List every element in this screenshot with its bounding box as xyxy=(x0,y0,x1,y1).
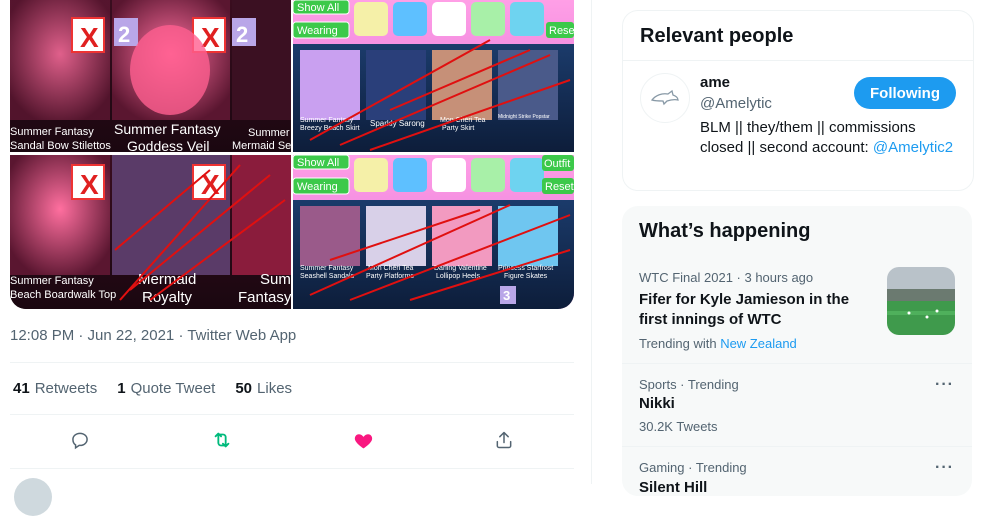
svg-text:Outfit: Outfit xyxy=(544,158,570,170)
svg-text:Summer Fantasy: Summer Fantasy xyxy=(10,126,94,138)
quote-tweets-stat[interactable]: 1 Quote Tweet xyxy=(117,380,215,397)
media-tile-2[interactable]: Show All Wearing Rese Summer Fantasy Bre… xyxy=(292,0,574,152)
svg-text:Summer Fantasy: Summer Fantasy xyxy=(300,265,354,272)
tweet-detail: X 2 X 2 Summer Fantasy Sandal Bow Stilet… xyxy=(0,0,592,516)
relevant-people-card: Relevant people ame @Amelytic Following … xyxy=(622,10,974,191)
reply-icon xyxy=(72,432,88,450)
divider xyxy=(623,60,973,61)
svg-text:Summer Fantasy: Summer Fantasy xyxy=(114,121,221,137)
person-name[interactable]: ame xyxy=(700,74,730,91)
tweet-actions xyxy=(10,424,574,456)
svg-text:Fantasy: Fantasy xyxy=(238,289,292,306)
svg-text:Darling Valentine: Darling Valentine xyxy=(434,265,487,272)
trend-name: Silent Hill xyxy=(639,479,708,496)
tweet-stats: 41 Retweets 1 Quote Tweet 50 Likes xyxy=(13,380,292,397)
divider xyxy=(10,362,574,363)
svg-text:2: 2 xyxy=(236,22,248,47)
share-icon xyxy=(496,431,512,449)
tile1-badge: 2 xyxy=(118,22,130,47)
svg-text:Party Skirt: Party Skirt xyxy=(442,125,474,132)
cricket-field-image xyxy=(887,267,955,335)
media-tile-1[interactable]: X 2 X 2 Summer Fantasy Sandal Bow Stilet… xyxy=(10,0,298,154)
svg-text:X: X xyxy=(201,169,220,200)
person-handle[interactable]: @Amelytic xyxy=(700,95,772,112)
trend-link[interactable]: New Zealand xyxy=(720,336,797,351)
divider xyxy=(622,363,972,364)
whats-happening-card: What’s happening WTC Final 2021 · 3 hour… xyxy=(622,206,972,496)
trend-name: Fifer for Kyle Jamieson in the first inn… xyxy=(639,291,850,328)
bio-mention-link[interactable]: @Amelytic2 xyxy=(873,139,953,156)
divider xyxy=(622,446,972,447)
avatar[interactable] xyxy=(640,73,690,123)
svg-text:Reset: Reset xyxy=(545,181,574,193)
more-options-icon[interactable]: ··· xyxy=(935,460,955,479)
relevant-people-title: Relevant people xyxy=(640,25,794,47)
trend-thumbnail xyxy=(887,267,955,335)
trend-sub: 30.2K Tweets xyxy=(639,419,718,434)
svg-text:3: 3 xyxy=(503,288,510,303)
svg-text:Sum: Sum xyxy=(260,271,291,288)
svg-text:Show All: Show All xyxy=(297,157,339,169)
dolphin-avatar-icon xyxy=(650,89,679,106)
svg-text:Royalty: Royalty xyxy=(142,289,193,306)
svg-text:X: X xyxy=(80,22,99,53)
svg-text:Beach Boardwalk Top: Beach Boardwalk Top xyxy=(10,289,116,301)
svg-text:Lollipop Heels: Lollipop Heels xyxy=(436,273,480,280)
trend-meta: WTC Final 2021 · 3 hours ago xyxy=(639,270,814,285)
svg-text:Rese: Rese xyxy=(549,25,574,37)
svg-text:Goddess Veil: Goddess Veil xyxy=(127,138,210,154)
trend-name: Nikki xyxy=(639,395,675,412)
like-button[interactable] xyxy=(346,424,380,456)
divider xyxy=(10,468,574,469)
trend-meta: Sports · Trending xyxy=(639,377,739,392)
svg-text:Mermaid: Mermaid xyxy=(138,271,196,288)
reply-button[interactable] xyxy=(63,424,97,456)
svg-text:Mermaid Sea: Mermaid Sea xyxy=(232,140,298,152)
svg-text:Summer Fantasy: Summer Fantasy xyxy=(10,275,94,287)
svg-text:Sandal Bow Stilettos: Sandal Bow Stilettos xyxy=(10,140,111,152)
divider xyxy=(10,414,574,415)
retweets-stat[interactable]: 41 Retweets xyxy=(13,380,97,397)
retweet-button[interactable] xyxy=(205,424,239,456)
likes-stat[interactable]: 50 Likes xyxy=(235,380,292,397)
share-button[interactable] xyxy=(487,424,521,456)
media-collage: X 2 X 2 Summer Fantasy Sandal Bow Stilet… xyxy=(10,0,574,309)
svg-text:Show All: Show All xyxy=(297,2,339,14)
whats-happening-title: What’s happening xyxy=(639,220,811,242)
tweet-timestamp[interactable]: 12:08 PM · Jun 22, 2021 · Twitter Web Ap… xyxy=(10,327,296,344)
tweet-media-grid[interactable]: X 2 X 2 Summer Fantasy Sandal Bow Stilet… xyxy=(10,0,574,309)
person-bio: BLM || they/them || commissions closed |… xyxy=(700,118,960,158)
svg-text:Wearing: Wearing xyxy=(297,25,338,37)
svg-text:Midnight Strike Popstar: Midnight Strike Popstar xyxy=(498,114,550,120)
media-tile-3[interactable]: X X Summer Fantasy Beach Boardwalk Top M… xyxy=(10,155,292,309)
heart-icon xyxy=(354,433,372,448)
more-options-icon[interactable]: ··· xyxy=(935,377,955,396)
svg-text:Figure Skates: Figure Skates xyxy=(504,273,548,280)
trend-sub: Trending with New Zealand xyxy=(639,336,797,351)
svg-text:X: X xyxy=(80,169,99,200)
retweet-icon xyxy=(214,432,230,448)
following-button[interactable]: Following xyxy=(854,77,956,109)
svg-text:Summer: Summer xyxy=(248,127,290,139)
svg-text:Wearing: Wearing xyxy=(297,181,338,193)
trend-meta: Gaming · Trending xyxy=(639,460,747,475)
media-tile-4[interactable]: Show All Wearing Outfit Reset Summer Fan… xyxy=(292,154,574,309)
